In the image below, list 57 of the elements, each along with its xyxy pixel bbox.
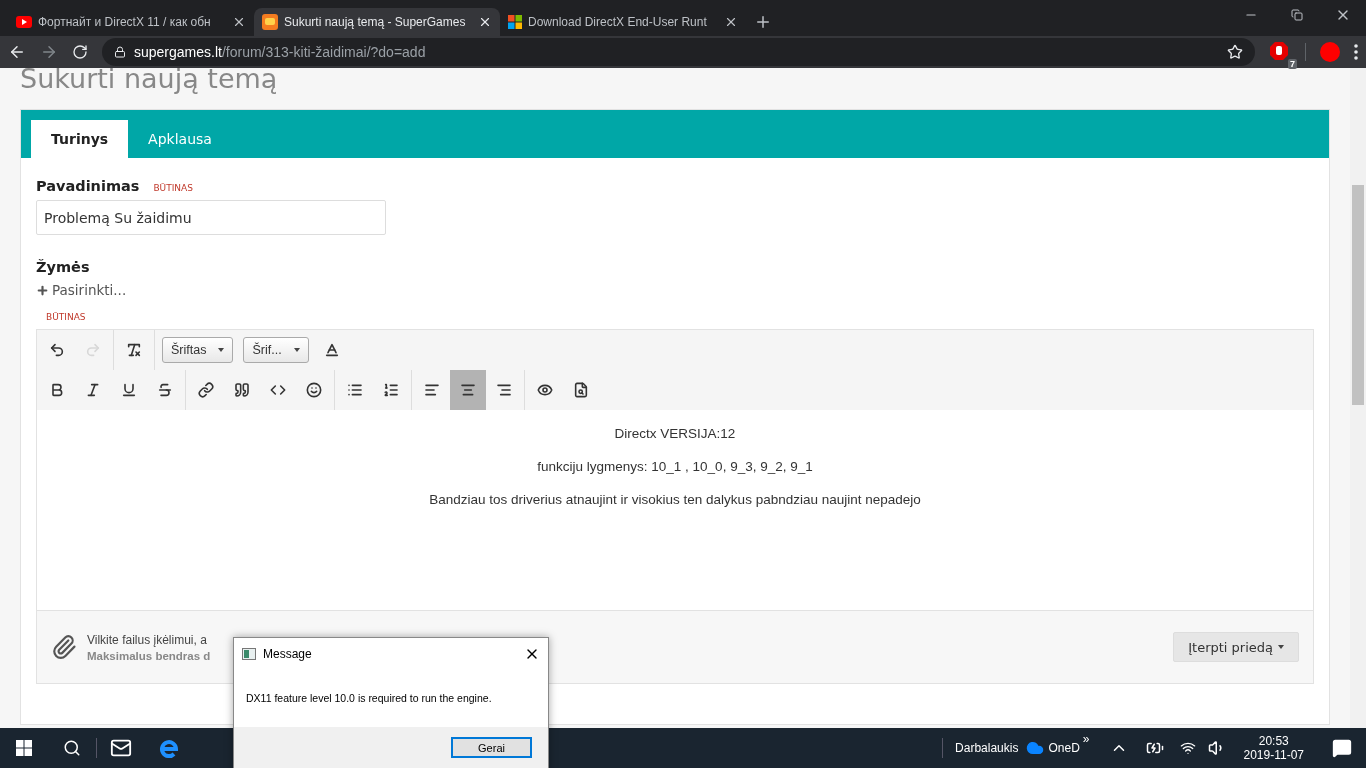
field-label: Žymės — [36, 259, 90, 275]
paragraph: funkciju lygmenys: 10_1 , 10_0, 9_3, 9_2, 9_1 — [537, 459, 813, 474]
menu-icon[interactable] — [1354, 44, 1358, 60]
url-text: supergames.lt/forum/313-kiti-žaidimai/?do=add — [134, 44, 427, 60]
drop-hint: Vilkite failus įkėlimui, a — [87, 632, 207, 647]
search-icon — [63, 739, 81, 757]
wifi-icon[interactable] — [1179, 740, 1196, 756]
clock[interactable]: 20:53 2019-11-07 — [1243, 734, 1304, 762]
dialog-title: Message — [263, 646, 313, 661]
required-label: BŪTINAS — [153, 183, 193, 193]
lock-icon — [114, 46, 126, 58]
close-icon[interactable] — [724, 15, 738, 29]
plus-icon[interactable] — [36, 283, 49, 297]
address-bar[interactable]: supergames.lt/forum/313-kiti-žaidimai/?do=add — [102, 38, 1255, 66]
required-label: BŪTINAS — [46, 312, 86, 322]
field-label: Pavadinimas — [36, 178, 140, 194]
font-dropdown[interactable]: Šriftas — [162, 337, 234, 363]
form-tab[interactable]: Turinys — [31, 120, 129, 158]
desktop-label[interactable]: Darbalaukis — [955, 741, 1019, 755]
toolbar-label[interactable]: OneD — [1048, 741, 1080, 755]
ok-button[interactable]: Gerai — [451, 737, 532, 758]
count-badge: 7 — [1288, 59, 1297, 69]
page-heading: Sukurti naują temą — [20, 68, 279, 96]
back-icon[interactable] — [8, 43, 26, 61]
close-icon[interactable] — [232, 15, 246, 29]
close-icon[interactable] — [478, 15, 492, 29]
squares-icon — [508, 15, 522, 29]
browser-tab[interactable]: Фортнайт и DirectX 11 / как обн — [8, 8, 254, 36]
profile-avatar[interactable] — [1320, 42, 1340, 62]
overflow-chevron[interactable]: » — [1082, 732, 1090, 746]
window-icon — [242, 647, 256, 660]
choose-tags-link[interactable]: Pasirinkti... — [52, 282, 127, 298]
editor-content[interactable]: Directx VERSIJA:12 funkciju lygmenys: 10_1 , 10_0, 9_3, 9_2, 9_1 Bandziau tos driverius atnaujint ir visokius ten dalykus pabndziau naujint nepadejo — [37, 410, 1313, 610]
reload-icon[interactable] — [72, 44, 88, 60]
scrollbar[interactable] — [1350, 68, 1366, 728]
windows-icon — [16, 740, 32, 756]
scrollbar-thumb[interactable] — [1352, 185, 1364, 405]
e-logo-icon — [158, 737, 180, 759]
dialog-message: DX11 feature level 10.0 is required to run the engine. — [245, 691, 493, 706]
paragraph: Directx VERSIJA:12 — [614, 426, 736, 441]
restore-icon — [1291, 9, 1303, 21]
star-icon[interactable] — [1227, 44, 1243, 60]
paperclip-icon — [51, 634, 77, 660]
paragraph: Bandziau tos driverius atnaujint ir visokius ten dalykus pabndziau naujint nepadejo — [429, 492, 921, 507]
cloud-icon — [1026, 739, 1045, 757]
envelope-icon — [110, 737, 132, 759]
insert-attachment-button[interactable]: Įterpti priedą — [1173, 632, 1299, 662]
browser-tab[interactable]: Sukurti naują temą - SuperGames — [254, 8, 500, 36]
video-icon — [16, 16, 32, 28]
browser-tab[interactable]: Download DirectX End-User Runt — [500, 8, 746, 36]
align-center-button[interactable] — [450, 370, 486, 410]
message-icon — [1332, 738, 1352, 758]
font-dropdown[interactable]: Šrif... — [243, 337, 309, 363]
forward-icon[interactable] — [40, 43, 58, 61]
size-limit: Maksimalus bendras d — [87, 649, 211, 662]
title-field[interactable]: Problemą Su žaidimu — [36, 200, 386, 235]
new-tab-icon[interactable] — [754, 13, 772, 31]
